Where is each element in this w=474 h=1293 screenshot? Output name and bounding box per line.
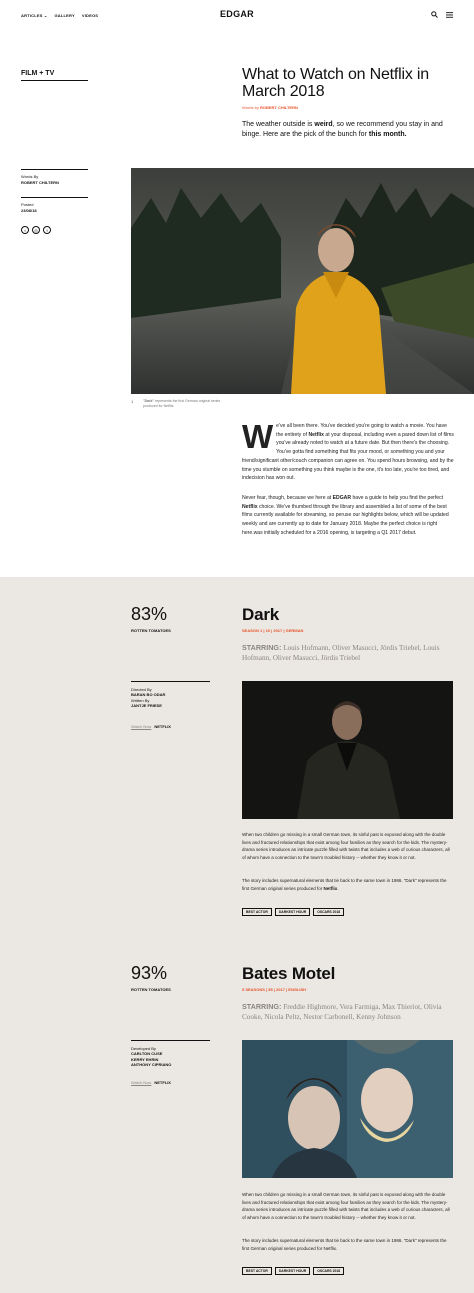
show-description: When two children go missing in a small … — [242, 1192, 450, 1220]
hero-image — [131, 168, 474, 394]
show-meta: SEASON 1 | 10 | 2017 | GERMAN — [242, 628, 304, 633]
tag[interactable]: DARKEST HOUR — [274, 908, 311, 916]
twitter-icon[interactable]: t — [21, 226, 29, 234]
score: 83% — [131, 604, 168, 624]
show-credits: Developed By CARLTON CUSE KERRY EHRIN AN… — [131, 1040, 210, 1068]
search-icon[interactable] — [431, 11, 438, 18]
show-starring: STARRING: Louis Hofmann, Oliver Masucci,… — [242, 643, 440, 662]
watch-now-link[interactable]: Watch Now — [131, 724, 151, 729]
watch-now-link[interactable]: Watch Now — [131, 1080, 151, 1085]
tag[interactable]: DARKEST HOUR — [274, 1267, 311, 1275]
drop-cap: W — [242, 418, 274, 455]
tag[interactable]: BEST ACTOR — [242, 1267, 272, 1275]
instagram-icon[interactable]: ◎ — [32, 226, 40, 234]
article-paragraph-1: We've all been there. You've decided you… — [242, 418, 454, 482]
score: 93% — [131, 963, 168, 983]
platform-name: NETFLIX — [154, 1080, 171, 1085]
tag[interactable]: BEST ACTOR — [242, 908, 272, 916]
section-label[interactable]: FILM + TV — [21, 70, 88, 81]
caption-number: 1 — [131, 399, 134, 404]
platform-name: NETFLIX — [154, 724, 171, 729]
site-logo[interactable]: EDGAR — [0, 9, 474, 19]
byline: Words by ROBERT CHILTERN — [242, 105, 298, 110]
watch-now: Watch Now NETFLIX — [131, 1080, 171, 1085]
share-links: t ◎ f — [21, 226, 51, 234]
facebook-icon[interactable]: f — [43, 226, 51, 234]
score-label: ROTTEN TOMATOES — [131, 628, 171, 633]
image-caption: "Dark" represents the first German origi… — [143, 399, 221, 408]
author-link[interactable]: ROBERT CHILTERN — [260, 105, 298, 110]
show-description-2: The story includes supernatural elements… — [242, 878, 447, 891]
show-meta: 5 SEASONS | 55 | 2017 | ENGLISH — [242, 987, 307, 992]
meta-author: Words By ROBERT CHILTERN — [21, 169, 88, 186]
show-title: Bates Motel — [242, 964, 336, 983]
show-tags: BEST ACTOR DARKEST HOUR OSCARS 2018 — [242, 908, 345, 916]
show-title: Dark — [242, 605, 280, 624]
article-lede: The weather outside is weird, so we reco… — [242, 121, 443, 138]
show-description: When two children go missing in a small … — [242, 832, 450, 860]
watch-now: Watch Now NETFLIX — [131, 724, 171, 729]
show-starring: STARRING: Freddie Highmore, Vera Farmiga… — [242, 1002, 442, 1021]
show-credits: Directed By BARAN BO ODAR Written By JAN… — [131, 681, 210, 709]
show-description-2: The story includes supernatural elements… — [242, 1238, 447, 1251]
header-actions — [431, 11, 453, 18]
tag[interactable]: OSCARS 2018 — [313, 908, 345, 916]
score-label: ROTTEN TOMATOES — [131, 987, 171, 992]
tag[interactable]: OSCARS 2018 — [313, 1267, 345, 1275]
meta-posted: Posted 23/08/18 — [21, 197, 88, 214]
show-image — [242, 681, 453, 819]
show-image — [242, 1040, 453, 1178]
article-title: What to Watch on Netflix in March 2018 — [242, 66, 429, 100]
show-tags: BEST ACTOR DARKEST HOUR OSCARS 2018 — [242, 1267, 345, 1275]
menu-icon[interactable] — [446, 11, 453, 18]
article-paragraph-2: Never fear, though, because we here at E… — [242, 495, 449, 536]
